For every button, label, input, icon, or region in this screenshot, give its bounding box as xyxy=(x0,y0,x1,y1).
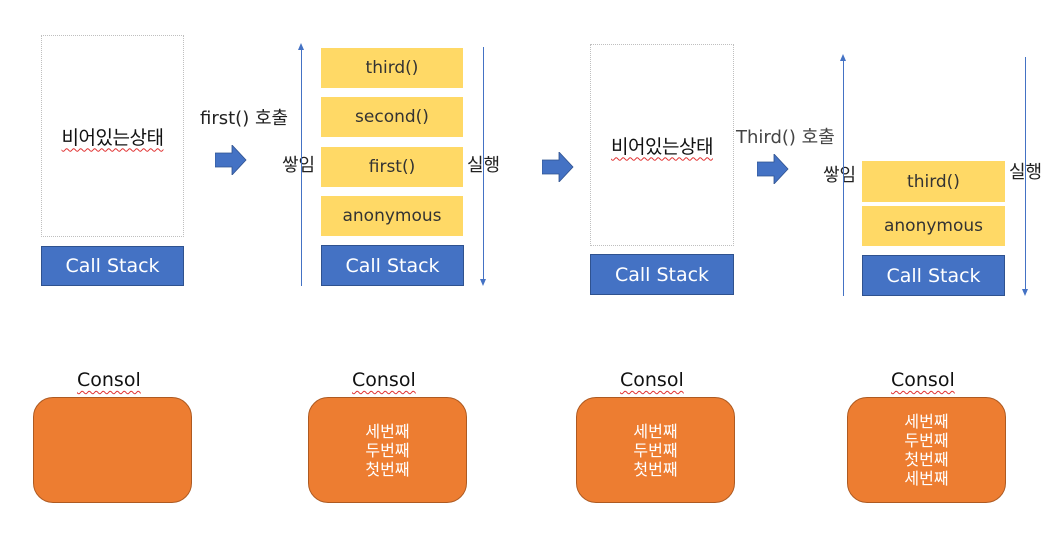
console-output-1 xyxy=(33,397,192,503)
execute-label: 실행 xyxy=(1009,162,1043,183)
console-line: 첫번째 xyxy=(633,459,678,479)
stack-frame: second() xyxy=(321,97,463,137)
console-line: 두번째 xyxy=(633,440,678,460)
right-arrow-icon xyxy=(215,145,247,175)
console-line: 세번째 xyxy=(365,421,410,441)
console-title-4: Consol xyxy=(891,369,955,391)
console-line: 첫번째 xyxy=(904,450,949,469)
console-title-2: Consol xyxy=(352,369,416,391)
empty-state-label: 비어있는상태 xyxy=(61,126,164,149)
stack-frame: third() xyxy=(862,161,1005,202)
transition-label-2: Third() 호출 xyxy=(736,127,835,148)
call-stack-base-4: Call Stack xyxy=(862,255,1005,296)
stack-frame: third() xyxy=(321,48,463,88)
right-arrow-icon xyxy=(542,152,574,182)
console-line: 세번째 xyxy=(904,412,949,431)
console-output-2: 세번째 두번째 첫번째 xyxy=(308,397,467,503)
stack-up-arrow-icon xyxy=(840,54,846,296)
console-title-3: Consol xyxy=(620,369,684,391)
execute-label: 실행 xyxy=(467,155,501,176)
call-stack-base-3: Call Stack xyxy=(590,254,734,295)
console-output-4: 세번째 두번째 첫번째 세번째 xyxy=(847,397,1006,503)
console-title-1: Consol xyxy=(77,369,141,391)
empty-state-label: 비어있는상태 xyxy=(611,135,713,158)
call-stack-base-2: Call Stack xyxy=(321,245,464,286)
console-line: 두번째 xyxy=(365,440,410,460)
stack-frame: anonymous xyxy=(862,206,1005,246)
empty-stack-area-1: 비어있는상태 xyxy=(41,35,184,237)
stack-frame: anonymous xyxy=(321,196,463,236)
stack-label: 쌓임 xyxy=(282,155,316,176)
stack-label: 쌓임 xyxy=(823,165,857,186)
console-line: 세번째 xyxy=(904,469,949,488)
transition-label-1: first() 호출 xyxy=(200,108,289,129)
empty-stack-area-3: 비어있는상태 xyxy=(590,44,734,246)
console-line: 세번째 xyxy=(633,421,678,441)
console-output-3: 세번째 두번째 첫번째 xyxy=(576,397,735,503)
right-arrow-icon xyxy=(757,154,789,184)
stack-frame: first() xyxy=(321,147,463,187)
stack-up-arrow-icon xyxy=(298,43,304,286)
console-line: 두번째 xyxy=(904,431,949,450)
call-stack-base-1: Call Stack xyxy=(41,246,184,286)
console-line: 첫번째 xyxy=(365,459,410,479)
